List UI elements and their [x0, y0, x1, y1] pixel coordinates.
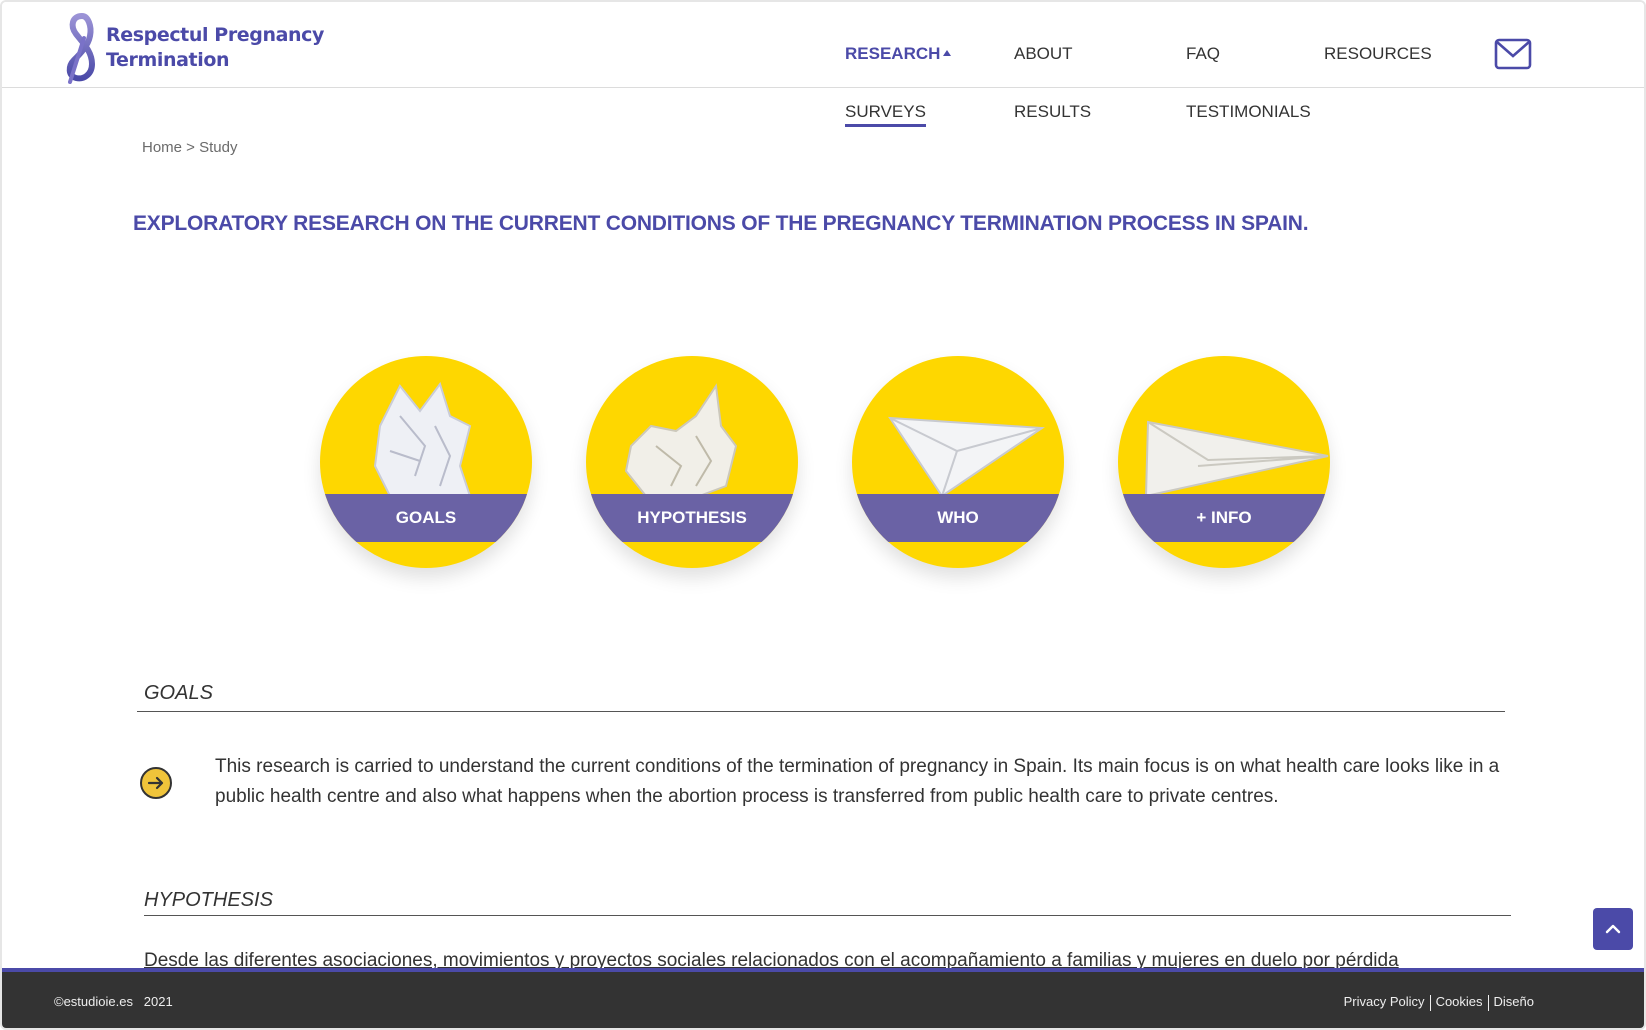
card-hypothesis[interactable]: HYPOTHESIS — [586, 356, 798, 568]
chevron-up-icon — [1605, 924, 1621, 934]
nav-research[interactable]: RESEARCH — [845, 44, 952, 64]
breadcrumb[interactable]: Home > Study — [142, 139, 237, 156]
goals-section-title: GOALS — [144, 682, 213, 704]
privacy-policy-link[interactable]: Privacy Policy — [1344, 994, 1425, 1009]
brand-line-1: Respectul Pregnancy — [106, 24, 325, 46]
site-logo[interactable]: Respectul Pregnancy Termination — [62, 12, 324, 84]
page-title: EXPLORATORY RESEARCH ON THE CURRENT COND… — [133, 212, 1309, 235]
mail-icon[interactable] — [1494, 38, 1532, 70]
hypothesis-divider — [144, 915, 1511, 916]
nav-about[interactable]: ABOUT — [1014, 44, 1073, 64]
subnav-results[interactable]: RESULTS — [1014, 102, 1091, 122]
cookies-link[interactable]: Cookies — [1436, 994, 1483, 1009]
site-header: Respectul Pregnancy Termination RESEARCH… — [2, 2, 1644, 88]
footer-separator — [1429, 994, 1431, 1011]
card-more-info-label: + INFO — [1196, 508, 1252, 527]
footer-links: Privacy Policy Cookies Diseño — [1344, 994, 1534, 1011]
site-footer: ©estudioie.es 2021 Privacy Policy Cookies… — [2, 968, 1644, 1028]
card-more-info[interactable]: + INFO — [1118, 356, 1330, 568]
card-hypothesis-label: HYPOTHESIS — [637, 508, 747, 527]
card-who[interactable]: WHO — [852, 356, 1064, 568]
card-who-label: WHO — [937, 508, 979, 527]
arrow-right-circle-icon — [140, 767, 172, 799]
card-goals[interactable]: GOALS — [320, 356, 532, 568]
brand-line-2: Termination — [106, 49, 230, 71]
scroll-to-top-button[interactable] — [1593, 908, 1633, 950]
hypothesis-section-title: HYPOTHESIS — [144, 889, 273, 911]
subnav-testimonials[interactable]: TESTIMONIALS — [1186, 102, 1311, 122]
goals-text: This research is carried to understand t… — [215, 756, 1500, 807]
goals-divider — [137, 711, 1505, 712]
design-link[interactable]: Diseño — [1494, 994, 1534, 1009]
footer-copyright: ©estudioie.es 2021 — [54, 994, 173, 1009]
ribbon-logo-icon — [66, 12, 96, 84]
nav-research-label: RESEARCH — [845, 44, 941, 63]
nav-resources[interactable]: RESOURCES — [1324, 44, 1432, 64]
footer-separator — [1487, 994, 1489, 1011]
subnav-surveys[interactable]: SURVEYS — [845, 102, 926, 127]
card-goals-label: GOALS — [395, 508, 457, 527]
page-frame: Respectul Pregnancy Termination RESEARCH… — [0, 0, 1646, 1030]
caret-up-icon — [943, 49, 952, 56]
nav-faq[interactable]: FAQ — [1186, 44, 1220, 64]
